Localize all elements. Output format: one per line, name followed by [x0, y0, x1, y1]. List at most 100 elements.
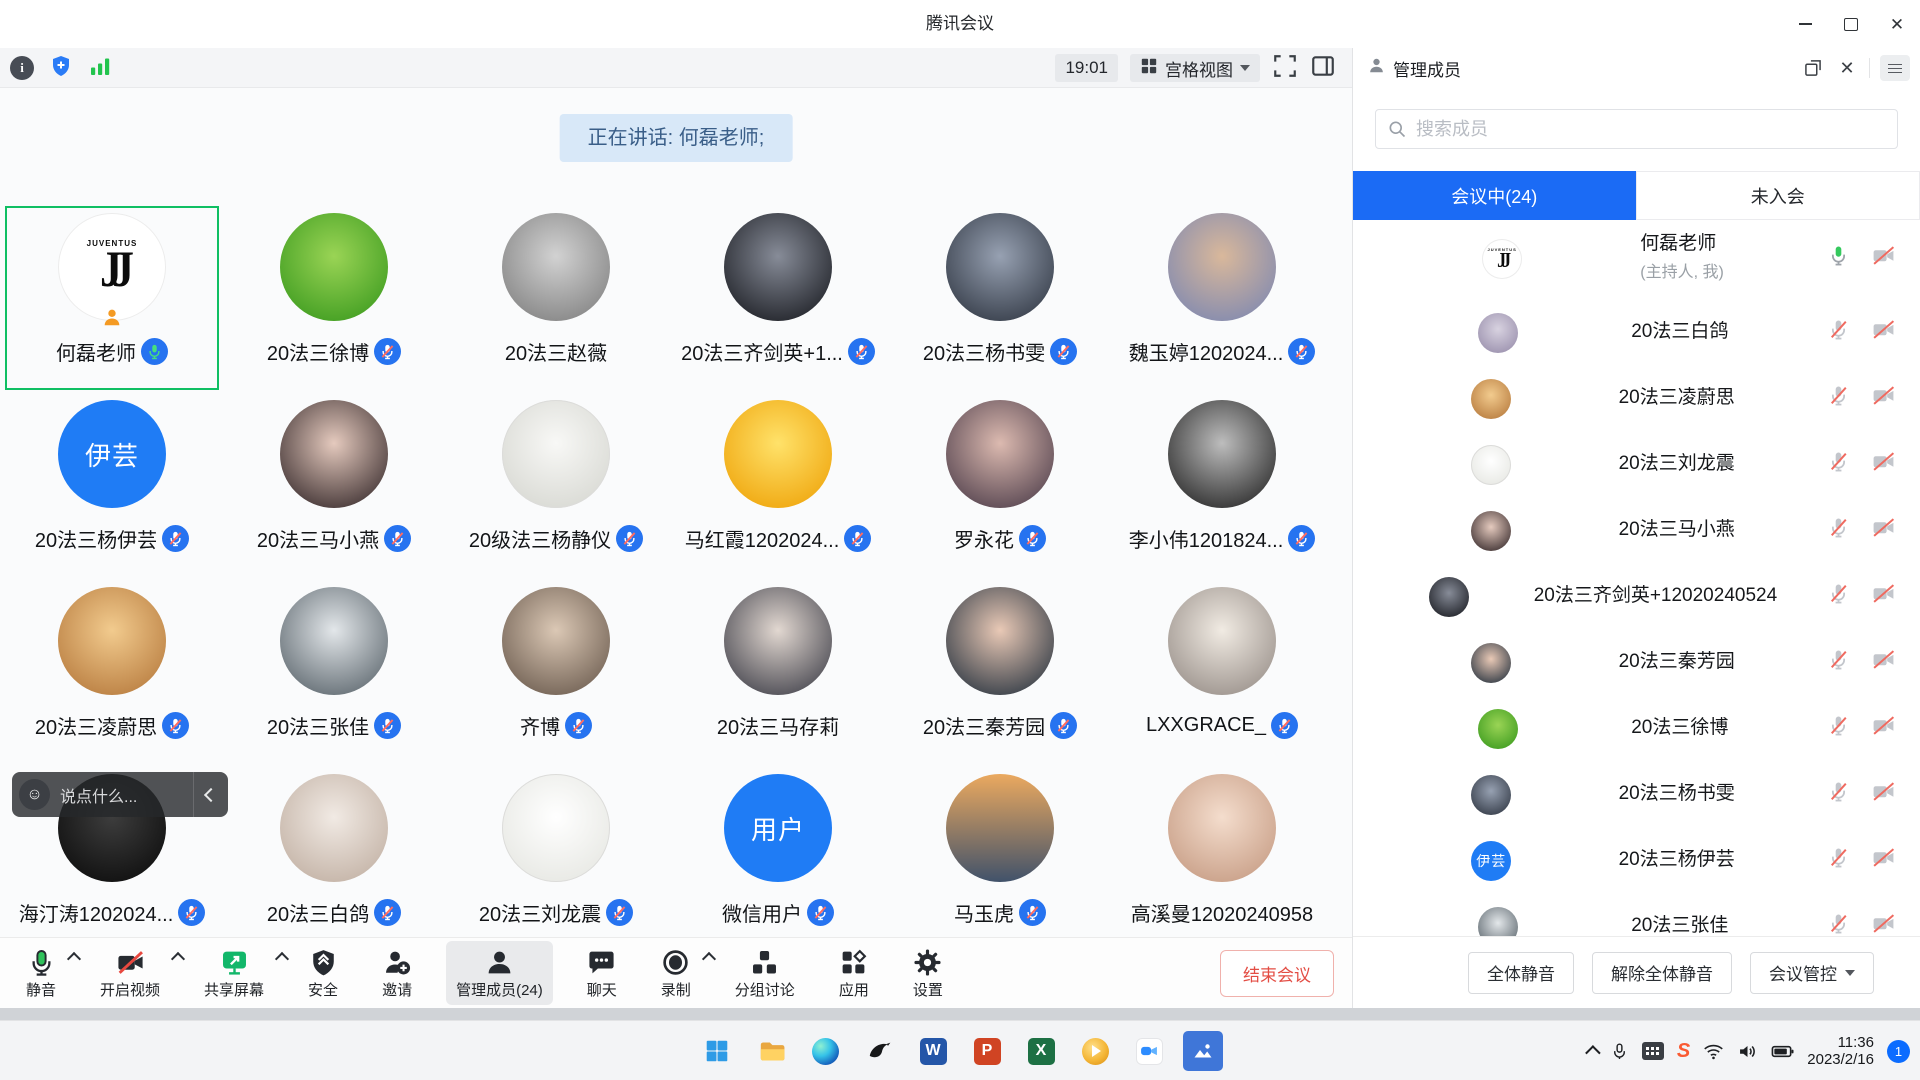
- participant-tile[interactable]: 马玉虎: [893, 767, 1107, 937]
- dark-bird-app-icon[interactable]: [859, 1031, 899, 1071]
- tencent-meeting-app-icon[interactable]: [1129, 1031, 1169, 1071]
- gold-circle-app-icon[interactable]: [1075, 1031, 1115, 1071]
- member-mic-icon[interactable]: [1826, 581, 1851, 606]
- participant-tile[interactable]: 20法三齐剑英+1...: [671, 206, 885, 390]
- participant-tile[interactable]: 20法三凌蔚思: [5, 580, 219, 764]
- member-row[interactable]: 20法三马小燕: [1353, 494, 1920, 560]
- close-panel-button[interactable]: ✕: [1835, 56, 1859, 80]
- excel-icon[interactable]: X: [1021, 1031, 1061, 1071]
- chat-button[interactable]: 聊天: [577, 941, 627, 1005]
- member-mic-icon[interactable]: [1826, 845, 1851, 870]
- member-row[interactable]: 20法三刘龙震: [1353, 428, 1920, 494]
- file-explorer-icon[interactable]: [751, 1031, 791, 1071]
- member-row[interactable]: 20法三张佳: [1353, 890, 1920, 937]
- unmute-all-button[interactable]: 解除全体静音: [1592, 952, 1732, 994]
- member-mic-icon[interactable]: [1826, 449, 1851, 474]
- member-camera-icon[interactable]: [1871, 779, 1896, 804]
- member-camera-icon[interactable]: [1871, 317, 1896, 342]
- member-row[interactable]: 20法三杨书雯: [1353, 758, 1920, 824]
- invite-button[interactable]: 邀请: [372, 941, 422, 1005]
- manage-members-button[interactable]: 管理成员(24): [446, 941, 553, 1005]
- member-list[interactable]: JUVENTUSJJ 何磊老师 (主持人, 我): [1353, 214, 1920, 937]
- quick-reaction-bar[interactable]: ☺ 说点什么...: [12, 772, 228, 817]
- participant-tile[interactable]: JUVENTUSJJ 何磊老师: [5, 206, 219, 390]
- emoji-icon[interactable]: ☺: [19, 779, 50, 810]
- mute-button[interactable]: 静音: [16, 941, 66, 1005]
- participant-tile[interactable]: 马红霞1202024...: [671, 393, 885, 577]
- member-camera-icon[interactable]: [1871, 449, 1896, 474]
- meeting-info-icon[interactable]: i: [10, 56, 34, 80]
- start-video-button[interactable]: 开启视频: [90, 941, 170, 1005]
- close-button[interactable]: ✕: [1874, 0, 1920, 48]
- participant-tile[interactable]: 20法三张佳: [227, 580, 441, 764]
- photos-app-icon[interactable]: [1183, 1031, 1223, 1071]
- video-options-caret[interactable]: [171, 952, 185, 966]
- member-mic-icon[interactable]: [1826, 713, 1851, 738]
- sidebar-toggle-button[interactable]: [1310, 53, 1336, 84]
- breakout-rooms-button[interactable]: 分组讨论: [725, 941, 805, 1005]
- mute-all-button[interactable]: 全体静音: [1468, 952, 1574, 994]
- participant-tile[interactable]: 20法三秦芳园: [893, 580, 1107, 764]
- member-mic-icon[interactable]: [1826, 515, 1851, 540]
- participant-tile[interactable]: LXXGRACE_: [1115, 580, 1329, 764]
- member-row[interactable]: 伊芸 20法三杨伊芸: [1353, 824, 1920, 890]
- quick-chat-placeholder[interactable]: 说点什么...: [60, 783, 193, 807]
- participant-tile[interactable]: 齐博: [449, 580, 663, 764]
- member-camera-icon[interactable]: [1871, 911, 1896, 936]
- panel-menu-button[interactable]: [1880, 55, 1910, 81]
- member-row[interactable]: 20法三白鸽: [1353, 296, 1920, 362]
- powerpoint-icon[interactable]: P: [967, 1031, 1007, 1071]
- input-method-icon[interactable]: [1642, 1042, 1664, 1060]
- member-mic-icon[interactable]: [1826, 911, 1851, 936]
- member-row[interactable]: 20法三徐博: [1353, 692, 1920, 758]
- member-mic-icon[interactable]: [1826, 383, 1851, 408]
- member-camera-icon[interactable]: [1871, 581, 1896, 606]
- participant-tile[interactable]: 20法三马小燕: [227, 393, 441, 577]
- end-meeting-button[interactable]: 结束会议: [1220, 950, 1334, 997]
- word-icon[interactable]: W: [913, 1031, 953, 1071]
- volume-icon[interactable]: [1737, 1041, 1758, 1062]
- member-row[interactable]: JUVENTUSJJ 何磊老师 (主持人, 我): [1353, 214, 1920, 296]
- participant-tile[interactable]: 高溪曼12020240958: [1115, 767, 1329, 937]
- record-options-caret[interactable]: [702, 952, 716, 966]
- participant-tile[interactable]: 20法三刘龙震: [449, 767, 663, 937]
- member-camera-icon[interactable]: [1871, 515, 1896, 540]
- security-button[interactable]: 安全: [298, 941, 348, 1005]
- tab-not-joined[interactable]: 未入会: [1636, 171, 1920, 220]
- member-mic-icon[interactable]: [1826, 779, 1851, 804]
- start-button[interactable]: [697, 1031, 737, 1071]
- member-camera-icon[interactable]: [1871, 845, 1896, 870]
- member-camera-icon[interactable]: [1871, 243, 1896, 268]
- participant-tile[interactable]: 20法三杨书雯: [893, 206, 1107, 390]
- edge-browser-icon[interactable]: [805, 1031, 845, 1071]
- maximize-button[interactable]: [1828, 0, 1874, 48]
- security-shield-icon[interactable]: [49, 54, 73, 83]
- member-mic-icon[interactable]: [1826, 317, 1851, 342]
- share-screen-button[interactable]: 共享屏幕: [194, 941, 274, 1005]
- fullscreen-button[interactable]: [1272, 53, 1298, 84]
- apps-button[interactable]: 应用: [829, 941, 879, 1005]
- record-button[interactable]: 录制: [651, 941, 701, 1005]
- collapse-bar-button[interactable]: [193, 772, 228, 817]
- battery-icon[interactable]: [1771, 1040, 1794, 1063]
- member-camera-icon[interactable]: [1871, 713, 1896, 738]
- minimize-button[interactable]: [1782, 0, 1828, 48]
- participant-tile[interactable]: 20法三赵薇: [449, 206, 663, 390]
- member-camera-icon[interactable]: [1871, 647, 1896, 672]
- member-row[interactable]: 20法三凌蔚思: [1353, 362, 1920, 428]
- share-options-caret[interactable]: [275, 952, 289, 966]
- view-mode-selector[interactable]: 宫格视图: [1130, 54, 1260, 82]
- network-signal-icon[interactable]: [88, 54, 112, 83]
- tray-microphone-icon[interactable]: [1610, 1042, 1629, 1061]
- notification-badge[interactable]: 1: [1887, 1040, 1910, 1063]
- mute-options-caret[interactable]: [67, 952, 81, 966]
- hidden-icons-chevron[interactable]: [1586, 1046, 1597, 1057]
- meeting-control-button[interactable]: 会议管控: [1750, 952, 1874, 994]
- settings-button[interactable]: 设置: [903, 941, 953, 1005]
- participant-tile[interactable]: 20法三徐博: [227, 206, 441, 390]
- participant-tile[interactable]: 用户 微信用户: [671, 767, 885, 937]
- member-mic-icon[interactable]: [1826, 647, 1851, 672]
- wifi-icon[interactable]: [1703, 1041, 1724, 1062]
- participant-tile[interactable]: 罗永花: [893, 393, 1107, 577]
- participant-tile[interactable]: 20级法三杨静仪: [449, 393, 663, 577]
